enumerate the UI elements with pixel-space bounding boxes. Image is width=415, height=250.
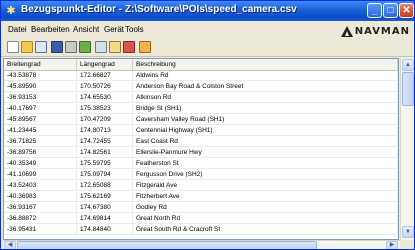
table-row[interactable]: -40.17697 175.38523 Bridge St (SH1) — [4, 104, 398, 114]
new-file-icon[interactable] — [7, 41, 19, 53]
open-folder-icon[interactable] — [21, 41, 33, 53]
cell-longitude[interactable]: 175.09794 — [77, 170, 133, 180]
scroll-up-button[interactable]: ▲ — [402, 59, 414, 71]
cell-latitude[interactable]: -36.88872 — [4, 214, 77, 224]
table-row[interactable]: -36.71825 174.72455 East Coast Rd — [4, 137, 398, 147]
table-row[interactable]: -36.95431 174.84840 Great South Rd & Cracr… — [4, 225, 398, 235]
cell-longitude[interactable]: 172.65088 — [77, 181, 133, 191]
export-icon[interactable] — [139, 41, 151, 53]
cell-latitude[interactable]: -43.53878 — [4, 71, 77, 81]
app-star-icon: ✱ — [6, 5, 16, 17]
cell-latitude[interactable]: -41.23445 — [4, 126, 77, 136]
cell-latitude[interactable]: -36.93153 — [4, 93, 77, 103]
table-row[interactable]: -43.53878 172.66827 Aldwins Rd — [4, 71, 398, 81]
find-icon[interactable] — [109, 41, 121, 53]
scroll-right-button[interactable]: ▶ — [386, 241, 398, 249]
brand-name: NAVMAN — [354, 25, 410, 37]
table-row[interactable]: -43.52403 172.65088 Fitzgerald Ave — [4, 181, 398, 191]
cell-latitude[interactable]: -36.71825 — [4, 137, 77, 147]
cell-latitude[interactable]: -36.95431 — [4, 225, 77, 235]
cell-description[interactable]: Centennial Highway (SH1) — [133, 126, 398, 136]
cell-longitude[interactable]: 170.50726 — [77, 82, 133, 92]
cell-description[interactable]: Great North Rd — [133, 214, 398, 224]
cell-longitude[interactable]: 174.65530 — [77, 93, 133, 103]
cell-description[interactable]: Fergusson Drive (SH2) — [133, 170, 398, 180]
table-row[interactable]: -36.93153 174.65530 Atkinson Rd — [4, 93, 398, 103]
cell-longitude[interactable]: 175.38523 — [77, 104, 133, 114]
table-header: Breitengrad Längengrad Beschreibung — [4, 59, 398, 71]
cell-longitude[interactable]: 174.80713 — [77, 126, 133, 136]
cell-latitude[interactable]: -41.10699 — [4, 170, 77, 180]
cell-description[interactable]: Fitzherbert Ave — [133, 192, 398, 202]
cell-longitude[interactable]: 170.47209 — [77, 115, 133, 125]
scroll-down-button[interactable]: ▼ — [402, 226, 414, 238]
menu-geraet[interactable]: Gerät — [104, 25, 124, 34]
table-row[interactable]: -41.23445 174.80713 Centennial Highway (SH… — [4, 126, 398, 136]
menu-bearbeiten[interactable]: Bearbeiten — [31, 25, 70, 34]
table-row[interactable]: -45.89590 170.50726 Anderson Bay Road & Co… — [4, 82, 398, 92]
table-row[interactable]: -40.36983 175.62169 Fitzherbert Ave — [4, 192, 398, 202]
table-row[interactable]: -36.88872 174.69814 Great North Rd — [4, 214, 398, 224]
menu-datei[interactable]: Datei — [8, 25, 27, 34]
cell-longitude[interactable]: 174.69814 — [77, 214, 133, 224]
save-icon[interactable] — [51, 41, 63, 53]
cell-longitude[interactable]: 174.72455 — [77, 137, 133, 147]
cell-description[interactable]: East Coast Rd — [133, 137, 398, 147]
menu-ansicht[interactable]: Ansicht — [73, 25, 99, 34]
minimize-button[interactable]: _ — [367, 3, 382, 18]
cell-latitude[interactable]: -43.52403 — [4, 181, 77, 191]
column-header-latitude[interactable]: Breitengrad — [4, 59, 77, 70]
edit-icon[interactable] — [123, 41, 135, 53]
horizontal-scroll-thumb[interactable] — [17, 241, 317, 249]
menu-tools[interactable]: Tools — [125, 25, 144, 34]
cell-longitude[interactable]: 175.62169 — [77, 192, 133, 202]
cell-longitude[interactable]: 174.82561 — [77, 148, 133, 158]
cell-description[interactable]: Godley Rd — [133, 203, 398, 213]
cell-latitude[interactable]: -36.89756 — [4, 148, 77, 158]
cell-longitude[interactable]: 175.59795 — [77, 159, 133, 169]
cell-description[interactable]: Ellerslie-Panmure Hwy — [133, 148, 398, 158]
poi-table: Breitengrad Längengrad Beschreibung -43.… — [3, 58, 399, 240]
window-title: Bezugspunkt-Editor - Z:\Software\POIs\sp… — [21, 4, 297, 15]
cell-description[interactable]: Atkinson Rd — [133, 93, 398, 103]
title-bar[interactable]: ✱ Bezugspunkt-Editor - Z:\Software\POIs\… — [1, 1, 414, 21]
vertical-scrollbar[interactable]: ▲ ▼ — [400, 58, 414, 240]
table-row[interactable]: -40.35349 175.59795 Featherston St — [4, 159, 398, 169]
cell-latitude[interactable]: -40.36983 — [4, 192, 77, 202]
table-row[interactable]: -45.89567 170.47209 Caversham Valley Road … — [4, 115, 398, 125]
cell-description[interactable]: Aldwins Rd — [133, 71, 398, 81]
table-row[interactable]: -36.93167 174.67380 Godley Rd — [4, 203, 398, 213]
column-header-description[interactable]: Beschreibung — [133, 59, 398, 70]
print-icon[interactable] — [65, 41, 77, 53]
cell-latitude[interactable]: -40.35349 — [4, 159, 77, 169]
cell-description[interactable]: Bridge St (SH1) — [133, 104, 398, 114]
cell-longitude[interactable]: 174.84840 — [77, 225, 133, 235]
cell-longitude[interactable]: 174.67380 — [77, 203, 133, 213]
cell-latitude[interactable]: -45.89567 — [4, 115, 77, 125]
cell-description[interactable]: Great South Rd & Cracroft St — [133, 225, 398, 235]
table-row[interactable]: -41.10699 175.09794 Fergusson Drive (SH2) — [4, 170, 398, 180]
vertical-scroll-thumb[interactable] — [402, 72, 414, 106]
column-header-longitude[interactable]: Längengrad — [77, 59, 133, 70]
app-window: ✱ Bezugspunkt-Editor - Z:\Software\POIs\… — [0, 0, 415, 250]
cell-latitude[interactable]: -36.93167 — [4, 203, 77, 213]
cell-latitude[interactable]: -45.89590 — [4, 82, 77, 92]
scroll-left-button[interactable]: ◀ — [4, 241, 16, 249]
table-row[interactable]: -36.89756 174.82561 Ellerslie-Panmure Hwy — [4, 148, 398, 158]
import-icon[interactable] — [79, 41, 91, 53]
horizontal-scrollbar[interactable]: ◀ ▶ — [3, 240, 400, 249]
toolbar — [1, 39, 414, 57]
navman-logo-icon — [340, 25, 353, 37]
cell-description[interactable]: Caversham Valley Road (SH1) — [133, 115, 398, 125]
cell-description[interactable]: Featherston St — [133, 159, 398, 169]
cell-description[interactable]: Fitzgerald Ave — [133, 181, 398, 191]
navman-logo: NAVMAN — [340, 23, 410, 39]
cell-description[interactable]: Anderson Bay Road & Colston Street — [133, 82, 398, 92]
list-icon[interactable] — [95, 41, 107, 53]
cell-latitude[interactable]: -40.17697 — [4, 104, 77, 114]
maximize-button[interactable]: □ — [383, 3, 398, 18]
copy-icon[interactable] — [35, 41, 47, 53]
cell-longitude[interactable]: 172.66827 — [77, 71, 133, 81]
close-button[interactable]: ✕ — [399, 3, 414, 18]
